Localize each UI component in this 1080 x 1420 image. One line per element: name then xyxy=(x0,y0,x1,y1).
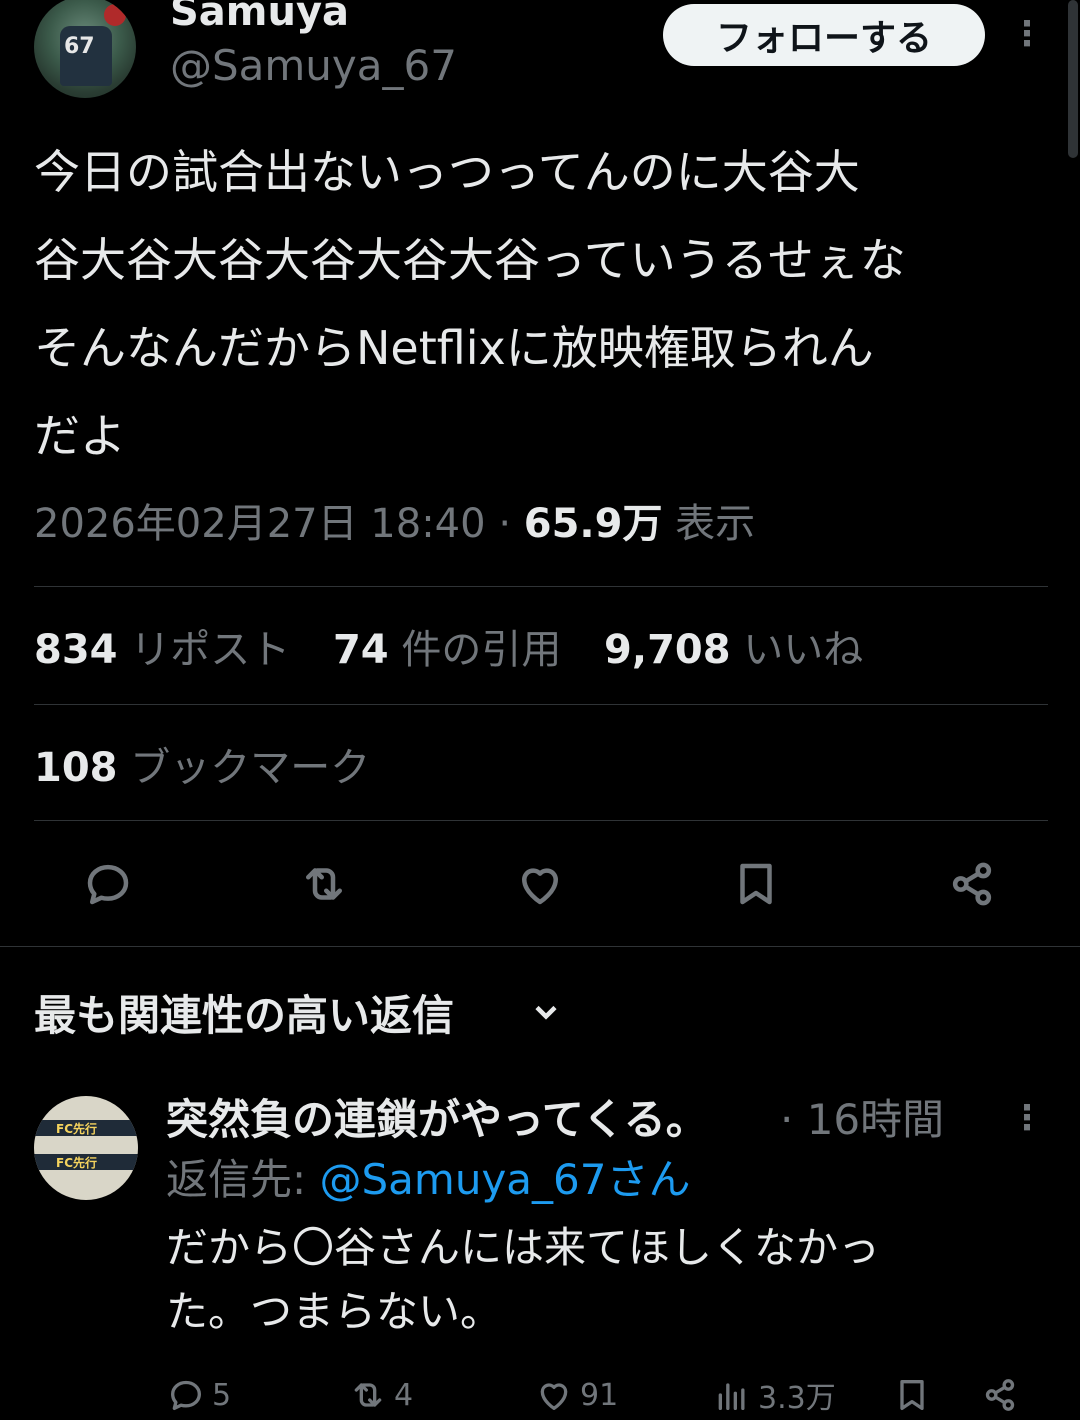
tweet-datetime[interactable]: 2026年02月27日 18:40 xyxy=(34,501,486,547)
reply-bookmark-button[interactable] xyxy=(892,1370,932,1420)
bookmarks-label: ブックマーク xyxy=(130,745,371,791)
tweet-text: 今日の試合出ないっつってんのに大谷大 谷大谷大谷大谷大谷大谷っていうるせぇな そ… xyxy=(34,128,1034,480)
reply-text-line: だから〇谷さんには来てほしくなかっ xyxy=(166,1223,881,1272)
reply-to-label: 返信先: xyxy=(166,1155,320,1204)
bookmark-button[interactable] xyxy=(722,850,790,918)
reply-to-mention[interactable]: @Samuya_67さん xyxy=(320,1155,691,1204)
tweet-text-line: だよ xyxy=(34,409,126,463)
likes-stat[interactable]: 9,708 いいね xyxy=(604,627,863,673)
bookmark-icon xyxy=(900,1380,924,1410)
reply-reply-count: 5 xyxy=(212,1377,232,1413)
author-name[interactable]: Samuya xyxy=(170,0,349,38)
divider xyxy=(34,820,1048,821)
views-icon xyxy=(718,1383,745,1410)
bookmark-icon xyxy=(740,863,772,905)
repost-icon xyxy=(354,1383,382,1407)
reply-reply-button[interactable]: 5 xyxy=(166,1370,231,1420)
like-button[interactable] xyxy=(506,850,574,918)
reply-like-count: 91 xyxy=(580,1377,619,1413)
avatar-glove xyxy=(104,4,126,26)
repost-icon xyxy=(306,868,342,900)
divider xyxy=(34,586,1048,587)
reply-views-count: 3.3万 xyxy=(758,1381,836,1416)
quotes-label: 件の引用 xyxy=(401,627,562,673)
divider xyxy=(34,704,1048,705)
more-options-icon[interactable]: ⋮ xyxy=(1010,10,1044,62)
reply-repost-button[interactable]: 4 xyxy=(348,1370,413,1420)
like-icon xyxy=(540,1383,568,1410)
likes-count: 9,708 xyxy=(604,627,731,673)
reply-views-button[interactable]: 3.3万 xyxy=(712,1370,836,1420)
avatar-jersey-number: 67 xyxy=(64,34,95,59)
author-avatar[interactable]: 67 xyxy=(34,0,136,98)
tweet-text-line: 今日の試合出ないっつってんのに大谷大 xyxy=(34,145,860,199)
avatar-label: FC先行 xyxy=(56,1156,98,1170)
tweet-text-line: 谷大谷大谷大谷大谷大谷っていうるせぇな xyxy=(34,233,906,287)
reply-like-button[interactable]: 91 xyxy=(534,1370,618,1420)
bookmarks-count: 108 xyxy=(34,745,118,791)
like-icon xyxy=(522,868,558,905)
reply-share-button[interactable] xyxy=(980,1370,1020,1420)
tweet-meta: 2026年02月27日 18:40 · 65.9万 表示 xyxy=(34,494,755,554)
chevron-down-icon[interactable] xyxy=(528,992,564,1032)
avatar-label: FC先行 xyxy=(56,1122,98,1136)
quotes-count: 74 xyxy=(332,627,389,673)
likes-label: いいね xyxy=(743,627,864,673)
reply-time[interactable]: · 16時間 xyxy=(780,1090,944,1150)
share-button[interactable] xyxy=(938,850,1006,918)
reply-button[interactable] xyxy=(74,850,142,918)
reply-author-name[interactable]: 突然負の連鎖がやってくる。 xyxy=(166,1090,708,1150)
bookmarks-stat[interactable]: 108 ブックマーク xyxy=(34,738,370,798)
reply-icon xyxy=(87,864,129,905)
views-label: 表示 xyxy=(675,501,756,547)
scrollbar[interactable] xyxy=(1068,0,1078,158)
reposts-stat[interactable]: 834 リポスト xyxy=(34,627,290,673)
reply-text-line: た。つまらない。 xyxy=(166,1287,503,1336)
reply-to: 返信先: @Samuya_67さん xyxy=(166,1150,690,1210)
replies-sort-title[interactable]: 最も関連性の高い返信 xyxy=(34,986,454,1046)
reposts-label: リポスト xyxy=(130,627,291,673)
meta-separator: · xyxy=(498,501,512,547)
tweet-text-line: そんなんだからNetflixに放映権取られん xyxy=(34,321,874,375)
follow-button[interactable]: フォローする xyxy=(663,4,985,66)
quotes-stat[interactable]: 74 件の引用 xyxy=(333,627,561,673)
engagement-stats: 834 リポスト 74 件の引用 9,708 いいね xyxy=(34,620,893,680)
reply-text: だから〇谷さんには来てほしくなかっ た。つまらない。 xyxy=(166,1216,1026,1344)
share-icon xyxy=(952,862,992,906)
section-divider xyxy=(0,946,1080,947)
share-icon xyxy=(985,1379,1015,1411)
reply-more-options-icon[interactable]: ⋮ xyxy=(1010,1096,1044,1144)
views-count: 65.9万 xyxy=(523,501,663,547)
reply-repost-count: 4 xyxy=(394,1377,414,1413)
repost-button[interactable] xyxy=(290,850,358,918)
reply-avatar[interactable]: FC先行 FC先行 xyxy=(34,1096,138,1200)
reposts-count: 834 xyxy=(34,627,118,673)
author-handle[interactable]: @Samuya_67 xyxy=(170,40,457,92)
reply-icon xyxy=(171,1380,201,1410)
